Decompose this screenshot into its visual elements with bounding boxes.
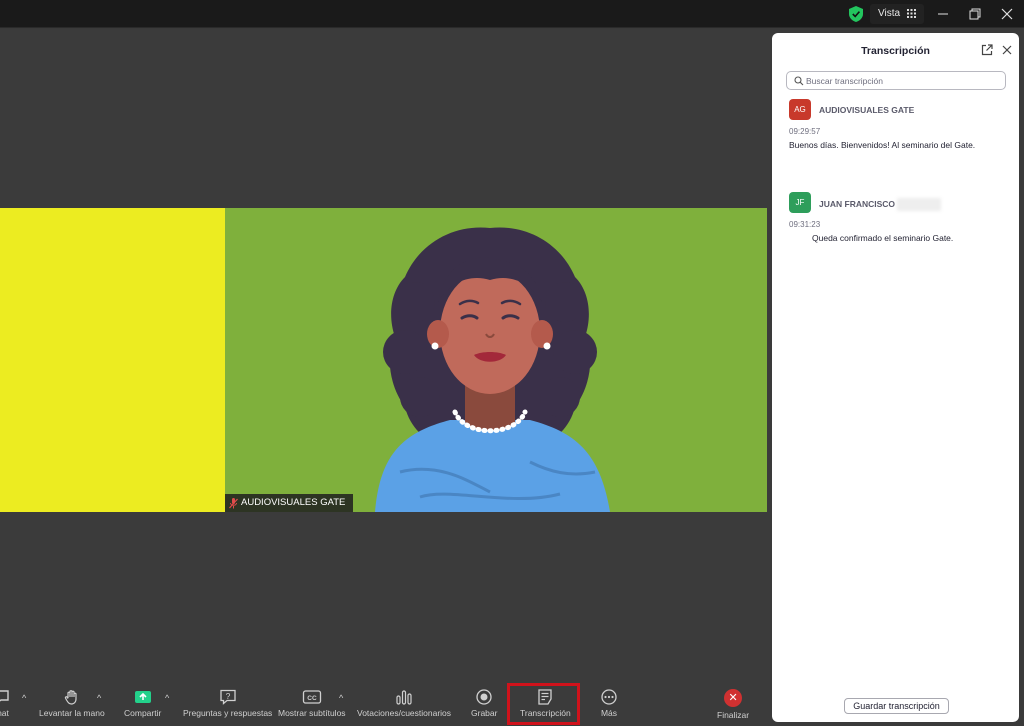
speaker-avatar: JF — [789, 192, 811, 213]
close-panel-icon[interactable] — [1001, 44, 1013, 56]
end-meeting-icon: ✕ — [724, 689, 743, 707]
meeting-toolbar: hat ^ Levantar la mano ^ Compartir ^ ? P… — [0, 679, 770, 726]
participant-name-tag: AUDIOVISUALES GATE — [225, 494, 354, 512]
restore-icon[interactable] — [966, 5, 984, 23]
close-window-icon[interactable] — [998, 5, 1016, 23]
mic-muted-icon — [229, 497, 238, 508]
participant-name: AUDIOVISUALES GATE — [241, 497, 346, 508]
participant-avatar-illustration — [375, 227, 610, 512]
speaker-name: AUDIOVISUALES GATE — [819, 105, 914, 115]
speaker-avatar: AG — [789, 99, 811, 120]
more-button[interactable]: Más — [600, 689, 618, 718]
qa-button[interactable]: ? Preguntas y respuestas — [183, 689, 272, 718]
video-tile-speaker[interactable]: AUDIOVISUALES GATE — [225, 208, 767, 512]
security-shield-icon[interactable] — [849, 6, 863, 22]
end-meeting-button[interactable]: ✕ Finalizar — [717, 689, 749, 720]
qa-icon: ? — [220, 689, 236, 705]
chat-options-caret[interactable]: ^ — [22, 693, 26, 703]
search-icon — [794, 76, 804, 86]
view-label: Vista — [878, 8, 901, 19]
more-label: Más — [600, 708, 618, 718]
share-label: Compartir — [124, 708, 162, 718]
entry-text: Queda confirmado el seminario Gate. — [812, 233, 954, 243]
entry-timestamp: 09:29:57 — [789, 127, 821, 136]
captions-label: Mostrar subtítulos — [278, 708, 346, 718]
reactions-caret[interactable]: ^ — [97, 693, 101, 703]
save-transcript-button[interactable]: Guardar transcripción — [844, 698, 949, 714]
grid-icon — [906, 8, 916, 18]
share-screen-button[interactable]: Compartir — [124, 689, 161, 718]
view-button[interactable]: Vista — [870, 4, 924, 24]
record-button[interactable]: Grabar — [471, 689, 497, 718]
title-bar: Vista — [0, 0, 1024, 28]
transcript-panel: Transcripción AG AUDIOVISUALES GATE 09:2… — [772, 33, 1019, 722]
transcript-label: Transcripción — [520, 708, 571, 718]
raise-hand-button[interactable]: Levantar la mano — [39, 689, 105, 718]
chat-label: hat — [0, 708, 9, 718]
end-meeting-label: Finalizar — [717, 710, 750, 720]
speaker-name-text: JUAN FRANCISCO — [819, 198, 896, 209]
raise-hand-label: Levantar la mano — [39, 708, 105, 718]
closed-captions-icon: CC — [302, 690, 321, 704]
entry-timestamp: 09:31:23 — [789, 220, 821, 229]
svg-text:CC: CC — [307, 695, 317, 702]
chat-button[interactable]: hat — [0, 689, 12, 718]
video-tile-partial[interactable] — [0, 208, 225, 512]
captions-options-caret[interactable]: ^ — [339, 693, 343, 703]
hand-icon — [64, 690, 77, 705]
transcript-icon — [538, 689, 552, 705]
captions-button[interactable]: CC Mostrar subtítulos — [278, 689, 346, 718]
polls-label: Votaciones/cuestionarios — [357, 708, 452, 718]
transcript-search — [786, 71, 1006, 90]
pop-out-icon[interactable] — [981, 44, 993, 56]
polls-button[interactable]: Votaciones/cuestionarios — [357, 689, 451, 718]
speaker-name-text: AUDIOVISUALES GATE — [819, 105, 915, 115]
chat-icon — [0, 690, 9, 702]
minimize-icon[interactable] — [934, 5, 952, 23]
share-options-caret[interactable]: ^ — [165, 693, 169, 703]
redacted-surname — [897, 198, 942, 211]
svg-text:?: ? — [225, 691, 230, 701]
entry-text: Buenos días. Bienvenidos! Al seminario d… — [789, 140, 976, 150]
video-stage: AUDIOVISUALES GATE — [0, 29, 770, 679]
record-label: Grabar — [471, 708, 498, 718]
polls-icon — [396, 690, 412, 705]
transcript-button[interactable]: Transcripción — [520, 689, 571, 718]
record-icon — [476, 689, 492, 705]
speaker-name: JUAN FRANCISCO — [819, 198, 942, 211]
qa-label: Preguntas y respuestas — [183, 708, 273, 718]
more-icon — [601, 689, 617, 705]
share-screen-icon — [134, 691, 151, 703]
search-input[interactable] — [806, 73, 1001, 88]
